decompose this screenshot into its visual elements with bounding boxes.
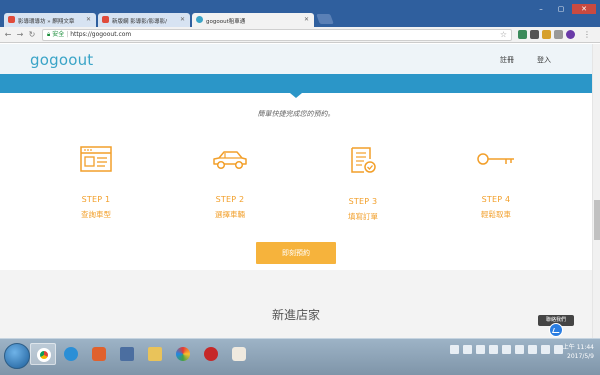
window-controls: – ▢ ✕	[532, 4, 596, 14]
picasa-icon	[176, 347, 190, 361]
site-header: gogoout 註冊 登入	[0, 44, 592, 74]
login-link[interactable]: 登入	[537, 55, 551, 65]
tray-icon[interactable]	[476, 345, 485, 354]
clock-time: 上午 11:44	[562, 344, 594, 351]
paint-icon	[232, 347, 246, 361]
tray-icon[interactable]	[554, 345, 563, 354]
browser-tab-3[interactable]: gogoout租車通 ✕	[192, 13, 314, 27]
hero-band	[0, 74, 592, 93]
step-label: STEP 4	[481, 195, 511, 204]
tab-favicon-icon	[8, 16, 15, 23]
scrollbar-thumb[interactable]	[594, 200, 600, 240]
bookmark-star-icon[interactable]: ☆	[500, 30, 507, 40]
network-icon[interactable]	[515, 345, 524, 354]
step-description: 輕鬆取車	[481, 210, 511, 219]
band-notch	[290, 93, 302, 98]
page-scrollbar[interactable]	[592, 44, 600, 338]
new-tab-button[interactable]	[316, 14, 334, 24]
back-icon[interactable]: ←	[3, 30, 13, 40]
tray-icon[interactable]	[541, 345, 550, 354]
tool-icon	[120, 347, 134, 361]
step-2: STEP 2 選擇車輛	[190, 145, 270, 220]
tray-icon[interactable]	[489, 345, 498, 354]
extension-icon[interactable]	[518, 30, 527, 39]
car-icon	[213, 151, 247, 170]
address-input[interactable]: 🔒︎ 安全 | https://gogoout.com ☆	[42, 29, 512, 41]
taskbar-clock[interactable]: 上午 11:44 2017/5/9	[563, 343, 594, 361]
close-tab-icon[interactable]: ✕	[304, 16, 309, 23]
url-text: https://gogoout.com	[70, 31, 132, 38]
taskbar-explorer[interactable]	[142, 343, 168, 365]
register-link[interactable]: 註冊	[500, 55, 514, 65]
step-description: 選擇車輛	[215, 210, 245, 219]
menu-icon[interactable]: ⋮	[582, 30, 592, 40]
url-separator: |	[66, 31, 69, 38]
step-3: STEP 3 填寫訂單	[323, 145, 403, 222]
step-4: STEP 4 輕鬆取車	[456, 145, 536, 220]
section-title: 新進店家	[271, 308, 320, 322]
step-label: STEP 2	[215, 195, 245, 204]
browser-tab-2[interactable]: 新版網 影導影/影導影/ ✕	[98, 13, 190, 27]
minimize-icon[interactable]: –	[532, 4, 550, 14]
extension-icon[interactable]	[566, 30, 575, 39]
tray-icon[interactable]	[450, 345, 459, 354]
system-tray	[450, 345, 563, 354]
lock-icon: 🔒︎	[47, 31, 51, 38]
messenger-chat-button[interactable]	[549, 323, 563, 337]
secure-label: 安全	[52, 31, 65, 38]
taskbar-app-8[interactable]	[226, 343, 252, 365]
reload-icon[interactable]: ↻	[27, 30, 37, 40]
maximize-icon[interactable]: ▢	[552, 4, 570, 14]
taskbar-chrome[interactable]	[30, 343, 56, 365]
taskbar-app-7[interactable]	[198, 343, 224, 365]
chrome-icon	[37, 348, 51, 362]
book-now-button[interactable]: 即刻預約	[256, 242, 336, 264]
form-checklist-icon	[351, 147, 376, 173]
tray-icon[interactable]	[502, 345, 511, 354]
new-stores-section: 新進店家 聯絡我們	[0, 270, 592, 338]
taskbar-app-6[interactable]	[170, 343, 196, 365]
app-icon	[204, 347, 218, 361]
step-description: 填寫訂單	[348, 212, 378, 221]
browser-window-icon	[80, 146, 112, 172]
extension-icon[interactable]	[530, 30, 539, 39]
browser-tabstrip: 影導環導坊 » 麒翔文章 ✕ 新版網 影導影/影導影/ ✕ gogoout租車通…	[0, 0, 600, 27]
extension-icon[interactable]	[542, 30, 551, 39]
taskbar-app-4[interactable]	[114, 343, 140, 365]
taskbar-media[interactable]	[86, 343, 112, 365]
tab-favicon-icon	[102, 16, 109, 23]
key-icon	[477, 153, 514, 165]
close-tab-icon[interactable]: ✕	[180, 16, 185, 23]
tray-icon[interactable]	[463, 345, 472, 354]
ie-icon	[64, 347, 78, 361]
taskbar-ie[interactable]	[58, 343, 84, 365]
browser-tab-1[interactable]: 影導環導坊 » 麒翔文章 ✕	[4, 13, 96, 27]
steps-subtitle: 簡單快捷完成您的預約。	[257, 110, 335, 118]
windows-taskbar: 上午 11:44 2017/5/9	[0, 338, 600, 375]
step-1: STEP 1 查詢車型	[56, 145, 136, 220]
start-button[interactable]	[4, 343, 30, 369]
step-description: 查詢車型	[81, 210, 111, 219]
tab-favicon-icon	[196, 16, 203, 23]
step-label: STEP 1	[81, 195, 111, 204]
close-tab-icon[interactable]: ✕	[86, 16, 91, 23]
volume-icon[interactable]	[528, 345, 537, 354]
folder-icon	[148, 347, 162, 361]
extension-icon[interactable]	[554, 30, 563, 39]
site-logo[interactable]: gogoout	[30, 51, 93, 69]
forward-icon[interactable]: →	[15, 30, 25, 40]
close-window-icon[interactable]: ✕	[572, 4, 596, 14]
address-bar-row: ← → ↻ 🔒︎ 安全 | https://gogoout.com ☆ ⋮	[0, 27, 600, 43]
media-player-icon	[92, 347, 106, 361]
clock-date: 2017/5/9	[567, 353, 594, 360]
step-label: STEP 3	[348, 197, 378, 206]
